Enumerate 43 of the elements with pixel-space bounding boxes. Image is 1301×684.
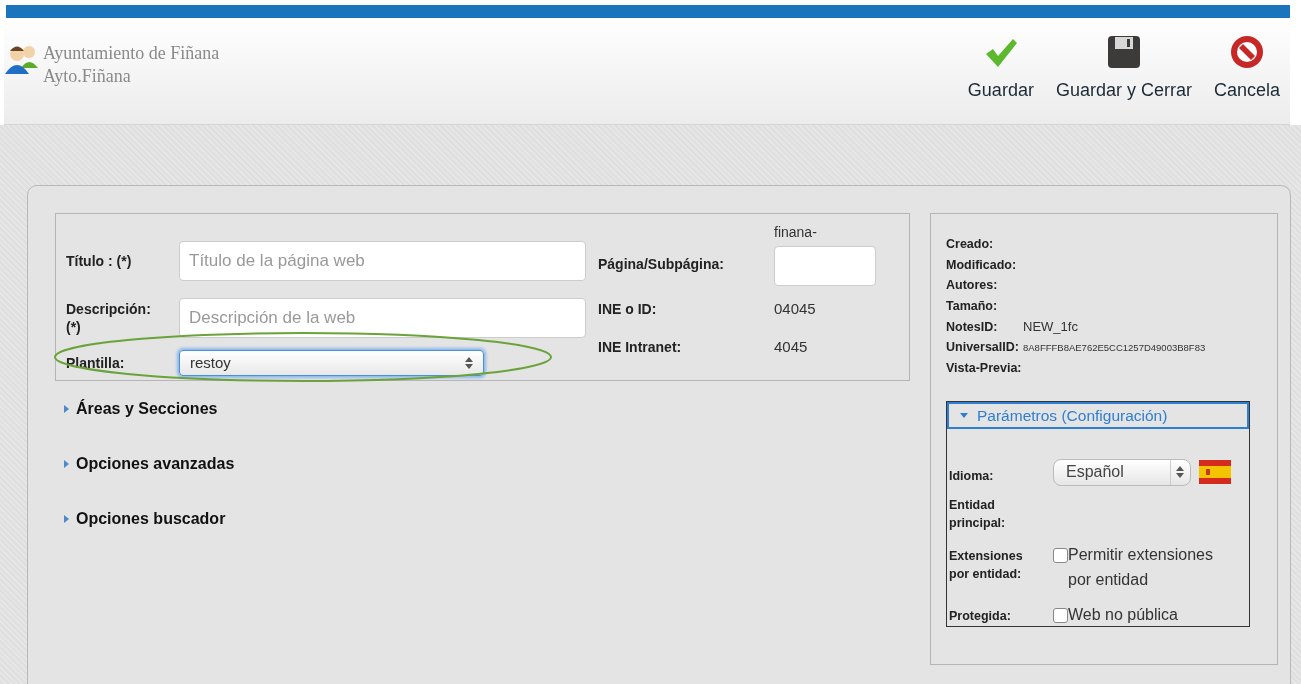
info-label: Autores: bbox=[946, 277, 999, 295]
language-select[interactable]: Español bbox=[1053, 458, 1191, 486]
no-entry-icon bbox=[1229, 35, 1264, 69]
checkbox[interactable] bbox=[1053, 547, 1068, 563]
page-prefix: finana- bbox=[774, 223, 817, 242]
page-field[interactable] bbox=[774, 246, 876, 286]
checkbox-label: Web no pública bbox=[1068, 604, 1179, 625]
info-value: NEW_1fc bbox=[1023, 317, 1078, 336]
info-label: Modificado: bbox=[946, 256, 1018, 274]
field-label: Descripción: (*) bbox=[66, 299, 152, 336]
parameter-label: Idioma: bbox=[949, 467, 995, 485]
info-label: Vista-Previa: bbox=[946, 360, 1023, 378]
section-toggle[interactable]: Opciones avanzadas bbox=[61, 452, 910, 476]
flag-icon bbox=[1199, 460, 1231, 485]
text-field[interactable]: Título de la página web bbox=[179, 240, 586, 281]
template-select[interactable]: restoy bbox=[179, 350, 484, 377]
updown-arrows-icon bbox=[465, 357, 473, 370]
info-label: Creado: bbox=[946, 235, 995, 253]
field-label: INE Intranet: bbox=[598, 337, 683, 357]
toolbar-button[interactable]: Cancela bbox=[1203, 35, 1290, 104]
section-toggle[interactable]: Opciones buscador bbox=[61, 507, 910, 531]
info-label: Tamaño: bbox=[946, 298, 999, 315]
toolbar-button[interactable]: Guardar y Cerrar bbox=[1045, 35, 1202, 104]
field-value: 4045 bbox=[774, 336, 808, 357]
info-label: NotesID: bbox=[946, 318, 999, 336]
checkbox-label: Permitir extensiones por entidad bbox=[1068, 544, 1214, 590]
field-label: Título : (*) bbox=[66, 251, 133, 270]
info-label: UniversalID: bbox=[946, 339, 1020, 357]
field-value: 04045 bbox=[774, 298, 816, 319]
parameter-label: Entidad principal: bbox=[949, 496, 1007, 532]
info-value: 8A8FFFB8AE762E5CC1257D49003B8F83 bbox=[1023, 340, 1206, 355]
field-label: Página/Subpágina: bbox=[598, 255, 725, 274]
section-toggle[interactable]: Áreas y Secciones bbox=[61, 397, 910, 421]
organization-name: Ayuntamiento de Fiñana bbox=[43, 42, 220, 65]
organization-short-name: Ayto.Fiñana bbox=[43, 65, 132, 88]
toolbar-button[interactable]: Guardar bbox=[957, 37, 1044, 104]
parameter-label: Extensiones por entidad: bbox=[949, 547, 1024, 583]
parameter-label: Protegida: bbox=[949, 607, 1012, 625]
text-field[interactable]: Descripción de la web bbox=[179, 297, 586, 338]
field-label: INE o ID: bbox=[598, 299, 658, 319]
field-label: Plantilla: bbox=[66, 354, 126, 373]
updown-arrows-icon bbox=[1176, 466, 1184, 479]
checkbox[interactable] bbox=[1053, 607, 1068, 623]
